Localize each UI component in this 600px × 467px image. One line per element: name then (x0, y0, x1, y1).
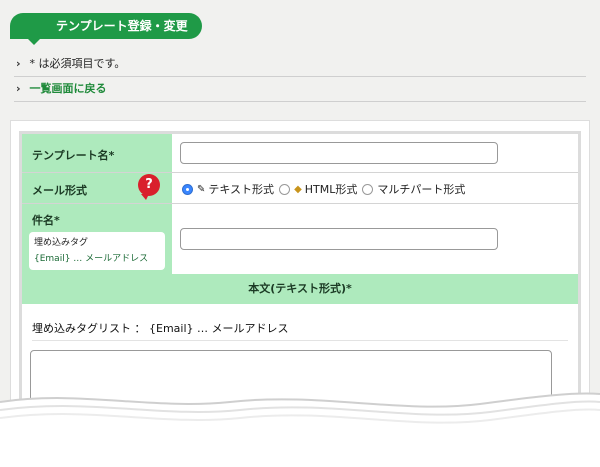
divider (32, 340, 568, 341)
mail-format-row: メール形式 ? ✎ テキスト形式 ◆ HTML形式 マルチパート形式 (22, 173, 578, 203)
mail-format-options: ✎ テキスト形式 ◆ HTML形式 マルチパート形式 (182, 181, 470, 197)
template-name-label: テンプレート名* (32, 149, 115, 162)
required-note: › * は必須項目です。 (14, 52, 586, 76)
template-name-input[interactable] (180, 142, 498, 164)
radio-button[interactable] (362, 183, 374, 195)
palette-icon: ◆ (294, 183, 302, 195)
radio-label: テキスト形式 (208, 183, 275, 196)
radio-button[interactable] (279, 183, 291, 195)
back-to-list-link[interactable]: 一覧画面に戻る (30, 82, 107, 95)
radio-text-format[interactable]: ✎ テキスト形式 (182, 181, 274, 197)
embed-tag-item[interactable]: {Email} … メールアドレス (34, 251, 160, 267)
template-name-label-cell: テンプレート名* (22, 134, 172, 172)
divider (14, 101, 586, 102)
subject-label-cell: 件名* 埋め込みタグ {Email} … メールアドレス (22, 204, 172, 274)
back-link-row[interactable]: › 一覧画面に戻る (14, 77, 586, 101)
chevron-right-icon: › (16, 57, 21, 70)
mail-format-label-cell: メール形式 ? (22, 173, 172, 203)
subject-label: 件名* (32, 214, 60, 227)
form-card: テンプレート名* メール形式 ? ✎ テキスト形式 ◆ HTML形式 マルチパー… (10, 120, 590, 421)
radio-html-format[interactable]: ◆ HTML形式 (279, 181, 357, 197)
subject-row: 件名* 埋め込みタグ {Email} … メールアドレス (22, 204, 578, 274)
pencil-icon: ✎ (197, 183, 206, 195)
page-title: テンプレート登録・変更 (10, 13, 202, 45)
embed-tag-title: 埋め込みタグ (34, 238, 89, 248)
radio-label: マルチパート形式 (377, 183, 466, 196)
subject-input[interactable] (180, 228, 498, 250)
torn-edge-decoration (0, 392, 600, 467)
mail-format-label: メール形式 (32, 184, 87, 197)
radio-multipart-format[interactable]: マルチパート形式 (362, 181, 465, 197)
embed-tag-list: 埋め込みタグリスト ： {Email} … メールアドレス (32, 322, 289, 335)
template-form: テンプレート名* メール形式 ? ✎ テキスト形式 ◆ HTML形式 マルチパー… (19, 131, 581, 421)
chevron-right-icon: › (16, 82, 21, 95)
radio-button-selected[interactable] (182, 183, 193, 195)
embed-tag-box: 埋め込みタグ {Email} … メールアドレス (29, 232, 165, 270)
template-name-row: テンプレート名* (22, 134, 578, 172)
radio-label: HTML形式 (304, 183, 358, 196)
help-icon[interactable]: ? (138, 174, 160, 200)
body-section-header: 本文(テキスト形式)* (22, 274, 578, 304)
required-note-text: * は必須項目です。 (29, 57, 126, 70)
